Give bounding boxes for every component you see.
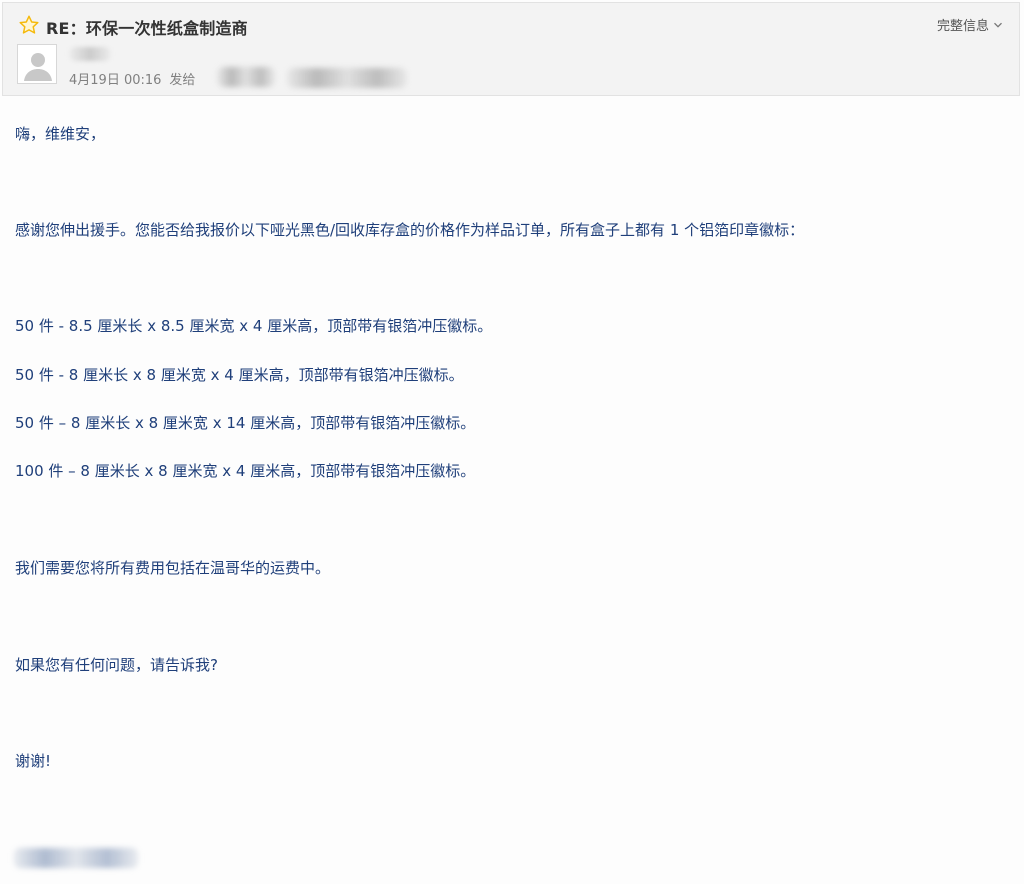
greeting-line: 嗨，维维安， bbox=[15, 125, 106, 143]
intro-paragraph: 感谢您伸出援手。您能否给我报价以下哑光黑色/回收库存盒的价格作为样品订单，所有盒… bbox=[15, 221, 805, 239]
signature-redacted bbox=[14, 848, 138, 868]
full-info-label: 完整信息 bbox=[936, 19, 989, 34]
full-info-toggle[interactable]: 完整信息 bbox=[937, 15, 1003, 34]
order-item: 50 件 - 8 厘米长 x 8 厘米宽 x 4 厘米高，顶部带有银箔冲压徽标。 bbox=[15, 366, 464, 384]
email-meta: 4月19日 00:16 发给 bbox=[69, 69, 195, 88]
order-item: 50 件 - 8.5 厘米长 x 8.5 厘米宽 x 4 厘米高，顶部带有银箔冲… bbox=[15, 317, 493, 335]
default-user-icon bbox=[18, 45, 56, 83]
thanks-line: 谢谢! bbox=[15, 752, 52, 770]
recipient-redacted bbox=[217, 67, 275, 87]
recipient-email-redacted bbox=[287, 68, 407, 88]
sent-to-label: 发给 bbox=[169, 73, 196, 88]
sent-datetime: 4月19日 00:16 bbox=[69, 73, 162, 88]
questions-paragraph: 如果您有任何问题，请告诉我? bbox=[15, 656, 218, 674]
email-header: RE：环保一次性纸盒制造商 完整信息 4月19日 00:16 发给 bbox=[2, 2, 1020, 96]
avatar[interactable] bbox=[17, 44, 57, 84]
star-icon[interactable] bbox=[18, 14, 40, 36]
shipping-paragraph: 我们需要您将所有费用包括在温哥华的运费中。 bbox=[15, 559, 331, 577]
order-item: 50 件 – 8 厘米长 x 8 厘米宽 x 14 厘米高，顶部带有银箔冲压徽标… bbox=[15, 414, 476, 432]
email-subject: RE：环保一次性纸盒制造商 bbox=[46, 19, 248, 38]
chevron-down-icon bbox=[994, 22, 1002, 28]
order-item: 100 件 – 8 厘米长 x 8 厘米宽 x 4 厘米高，顶部带有银箔冲压徽标… bbox=[15, 462, 476, 480]
sender-name-redacted bbox=[69, 47, 111, 61]
